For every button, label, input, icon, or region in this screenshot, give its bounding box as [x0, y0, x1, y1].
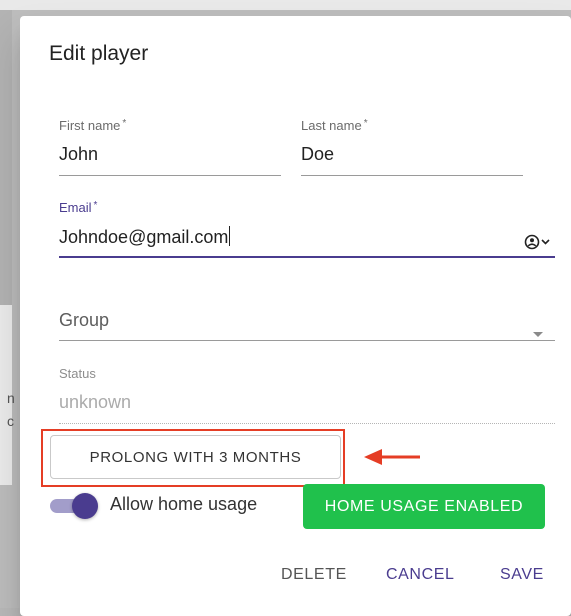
arrow-left-icon: [364, 449, 420, 465]
first-name-input[interactable]: John: [59, 144, 98, 165]
toggle-thumb: [72, 493, 98, 519]
status-field: Status unknown: [59, 366, 555, 424]
last-name-input[interactable]: Doe: [301, 144, 334, 165]
account-circle-icon[interactable]: [524, 232, 554, 252]
last-name-underline: [301, 175, 523, 176]
status-underline: [59, 423, 555, 424]
allow-home-usage-toggle[interactable]: [50, 493, 100, 519]
email-field[interactable]: Email * Johndoe@gmail.com: [59, 200, 555, 260]
status-value: unknown: [59, 392, 132, 412]
prolong-button[interactable]: PROLONG WITH 3 MONTHS: [50, 435, 341, 479]
status-label: Status: [59, 366, 96, 381]
backdrop-text: n: [7, 390, 15, 406]
backdrop-left-panel: [0, 10, 12, 305]
first-name-underline: [59, 175, 281, 176]
email-label: Email *: [59, 200, 98, 215]
dialog-title: Edit player: [49, 42, 149, 65]
last-name-label: Last name *: [301, 118, 368, 133]
first-name-field[interactable]: First name * John: [59, 118, 281, 176]
home-usage-enabled-button[interactable]: HOME USAGE ENABLED: [303, 484, 545, 529]
first-name-label: First name *: [59, 118, 127, 133]
delete-button[interactable]: DELETE: [281, 566, 347, 584]
email-underline: [59, 256, 555, 258]
edit-player-dialog: Edit player First name * John Last name * …: [20, 16, 571, 616]
email-input[interactable]: Johndoe@gmail.com: [59, 226, 231, 248]
backdrop-top-strip: [0, 0, 571, 10]
toggle-label: Allow home usage: [110, 494, 258, 514]
backdrop-text: c: [7, 413, 14, 429]
text-cursor: [229, 226, 231, 246]
group-underline: [59, 340, 555, 341]
group-placeholder: Group: [59, 310, 110, 330]
save-button[interactable]: SAVE: [500, 566, 544, 584]
cancel-button[interactable]: CANCEL: [386, 566, 455, 584]
dropdown-arrow-icon[interactable]: [533, 332, 543, 337]
group-select[interactable]: Group: [59, 300, 555, 342]
last-name-field[interactable]: Last name * Doe: [301, 118, 523, 176]
